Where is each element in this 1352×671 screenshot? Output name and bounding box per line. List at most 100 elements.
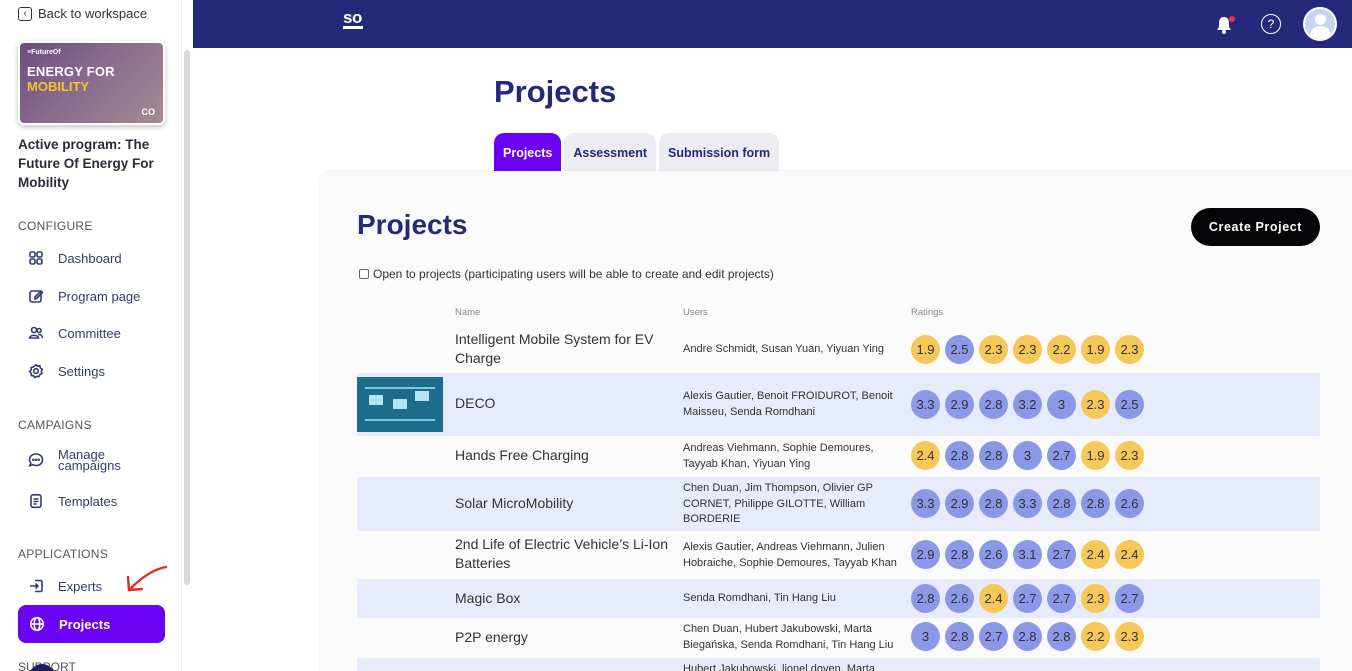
rating-badge: 2.9 (911, 540, 940, 569)
project-thumbnail (357, 377, 443, 432)
rating-badge: 2.5 (945, 335, 974, 364)
rating-badge: 2.6 (979, 540, 1008, 569)
card-title: Projects (357, 209, 468, 240)
rating-badge: 1.9 (1081, 441, 1110, 470)
rating-badge: 3.1 (1013, 540, 1042, 569)
rating-badge: 2.7 (1047, 584, 1076, 613)
help-icon[interactable]: ? (1261, 14, 1281, 34)
chat-icon (28, 452, 44, 468)
tab-submission-form[interactable]: Submission form (659, 133, 780, 172)
tab-assessment[interactable]: Assessment (564, 133, 656, 172)
project-name[interactable]: Magic Box (455, 589, 675, 608)
table-row[interactable]: Magic Box Senda Romdhani, Tin Hang Liu 2… (357, 579, 1320, 618)
project-name[interactable]: Hands Free Charging (455, 446, 675, 465)
table-row[interactable]: P2P energy Chen Duan, Hubert Jakubowski,… (357, 618, 1320, 658)
project-name[interactable]: Intelligent Mobile System for EV Charge (455, 330, 675, 368)
sidebar-item-label-group: Manage campaigns (58, 448, 121, 472)
rating-badge: 2.9 (945, 390, 974, 419)
table-row[interactable]: Solar MicroMobility Chen Duan, Jim Thomp… (357, 477, 1320, 531)
rating-badge: 2.7 (1047, 540, 1076, 569)
project-users: Chen Duan, Jim Thompson, Olivier GP CORN… (683, 482, 873, 525)
project-users: Alexis Gautier, Benoit FROIDUROT, Benoit… (683, 390, 893, 418)
rating-badge: 2.3 (1081, 390, 1110, 419)
open-to-projects-option[interactable]: Open to projects (participating users wi… (359, 267, 774, 281)
notification-dot (1229, 16, 1235, 22)
rating-list: 3 2.8 2.7 2.8 2.8 2.2 2.3 (911, 622, 1144, 651)
rating-badge: 2.6 (945, 584, 974, 613)
sidebar-item-program-page[interactable]: Program page (28, 288, 140, 304)
sidebar-item-manage-campaigns[interactable]: Manage campaigns (28, 448, 121, 472)
rating-badge: 3.3 (911, 489, 940, 518)
sidebar: ‹ Back to workspace ≡FutureOf ENERGY FOR… (0, 0, 182, 671)
banner-line1: ENERGY FOR (27, 64, 115, 79)
sidebar-item-label: Program page (58, 288, 141, 304)
project-users: Chen Duan, Hubert Jakubowski, Marta Bieg… (683, 623, 894, 651)
edit-page-icon (28, 288, 44, 304)
sidebar-item-label: Committee (58, 325, 121, 341)
rating-badge: 2.8 (979, 489, 1008, 518)
sidebar-item-templates[interactable]: Templates (28, 493, 117, 509)
table-row[interactable]: Hubert Jakubowski, lionel doyen, Marta (357, 658, 1320, 671)
gear-icon (28, 363, 44, 379)
rating-badge: 2.7 (979, 622, 1008, 651)
tab-projects[interactable]: Projects (494, 133, 562, 172)
thumbnail-node (369, 395, 383, 405)
rating-badge: 2.2 (1047, 335, 1076, 364)
rating-badge: 2.8 (945, 622, 974, 651)
rating-badge: 2.8 (1081, 489, 1110, 518)
rating-list: 3.3 2.9 2.8 3.3 2.8 2.8 2.6 (911, 489, 1144, 518)
sidebar-item-label: Settings (58, 363, 105, 379)
back-label: Back to workspace (38, 6, 148, 21)
sidebar-item-dashboard[interactable]: Dashboard (28, 250, 122, 266)
sidebar-item-experts[interactable]: Experts (28, 578, 102, 594)
rating-badge: 2.8 (945, 441, 974, 470)
back-to-workspace-link[interactable]: ‹ Back to workspace (18, 6, 147, 21)
rating-badge: 2.9 (945, 489, 974, 518)
sidebar-item-projects[interactable]: Projects (18, 605, 165, 643)
back-arrow-icon: ‹ (18, 6, 32, 21)
active-program-title: Active program: The Future Of Energy For… (18, 137, 154, 190)
create-project-button[interactable]: Create Project (1191, 208, 1320, 246)
avatar[interactable] (1303, 7, 1337, 41)
program-banner[interactable]: ≡FutureOf ENERGY FOR MOBILITY CO (18, 41, 165, 125)
rating-badge: 2.2 (1081, 622, 1110, 651)
rating-badge: 2.7 (1013, 584, 1042, 613)
banner-brand: ≡FutureOf (27, 49, 61, 56)
rating-badge: 3 (911, 622, 940, 651)
column-header-ratings: Ratings (911, 307, 944, 318)
thumbnail-node (415, 391, 429, 401)
open-to-projects-checkbox[interactable] (359, 269, 369, 279)
project-name[interactable]: 2nd Life of Electric Vehicle’s Li-Ion Ba… (455, 535, 675, 573)
rating-badge: 2.4 (979, 584, 1008, 613)
sidebar-item-committee[interactable]: Committee (28, 325, 121, 341)
project-name[interactable]: DECO (455, 394, 675, 413)
project-users: Hubert Jakubowski, lionel doyen, Marta (683, 663, 875, 671)
rating-badge: 2.8 (1013, 622, 1042, 651)
project-name[interactable]: P2P energy (455, 628, 675, 647)
table-row[interactable]: Hands Free Charging Andreas Viehmann, So… (357, 437, 1320, 477)
rating-badge: 2.3 (1115, 441, 1144, 470)
rating-badge: 1.9 (1081, 335, 1110, 364)
rating-badge: 2.8 (979, 441, 1008, 470)
sidebar-item-settings[interactable]: Settings (28, 363, 105, 379)
sidebar-item-label: Dashboard (58, 250, 122, 266)
help-glyph: ? (1267, 17, 1275, 31)
login-icon (28, 578, 44, 594)
tab-bar: Projects Assessment Submission form (494, 133, 780, 172)
table-row[interactable]: 2nd Life of Electric Vehicle’s Li-Ion Ba… (357, 531, 1320, 579)
sidebar-scrollbar[interactable] (184, 50, 190, 585)
rating-badge: 2.8 (979, 390, 1008, 419)
app-logo[interactable]: so (343, 9, 363, 29)
project-name[interactable]: Solar MicroMobility (455, 494, 675, 513)
users-icon (28, 325, 44, 341)
rating-badge: 3 (1013, 441, 1042, 470)
dashboard-icon (28, 250, 44, 266)
table-row[interactable]: Intelligent Mobile System for EV Charge … (357, 328, 1320, 372)
document-icon (28, 493, 44, 509)
table-row[interactable]: DECO Alexis Gautier, Benoit FROIDUROT, B… (357, 373, 1320, 436)
rating-badge: 3.3 (911, 390, 940, 419)
rating-badge: 2.5 (1115, 390, 1144, 419)
rating-list: 1.9 2.5 2.3 2.3 2.2 1.9 2.3 (911, 335, 1144, 364)
column-header-name: Name (455, 307, 481, 318)
rating-badge: 2.3 (1115, 335, 1144, 364)
